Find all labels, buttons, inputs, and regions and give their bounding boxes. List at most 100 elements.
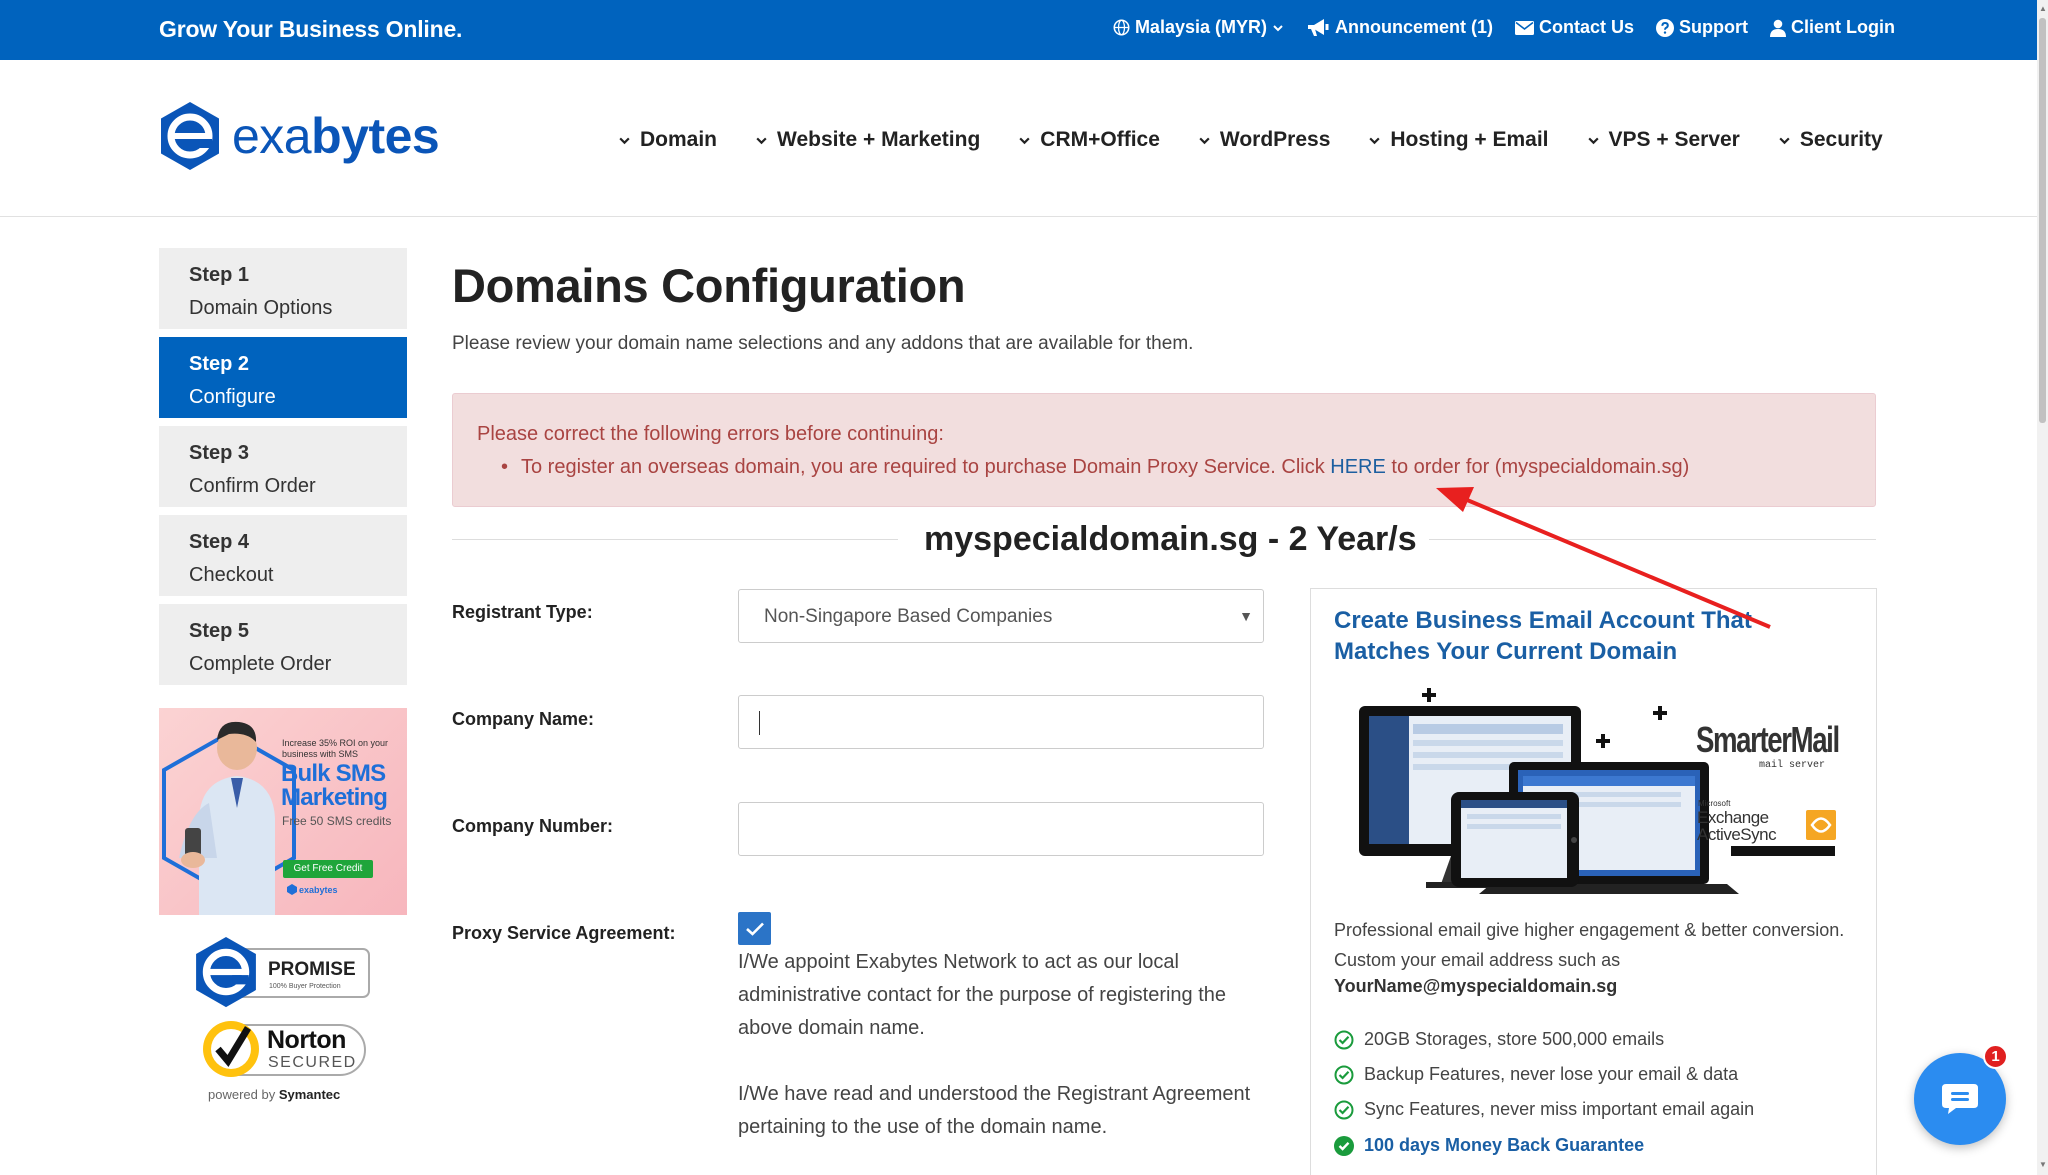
feature-label: Sync Features, never miss important emai…	[1364, 1099, 1755, 1119]
check-circle-filled-icon	[1334, 1135, 1354, 1156]
nav-wordpress[interactable]: WordPress	[1198, 128, 1331, 152]
error-text-post: to order for (myspecialdomain.sg)	[1385, 456, 1690, 478]
chevron-down-icon	[756, 137, 767, 144]
banner-title2: Marketing	[281, 784, 388, 811]
divider-left	[452, 539, 898, 540]
scroll-up-icon[interactable]: ▲	[2039, 4, 2047, 13]
chevron-down-icon	[1199, 137, 1210, 144]
chevron-down-icon	[1369, 137, 1380, 144]
exabytes-logo-icon	[161, 102, 219, 170]
contact-link[interactable]: Contact Us	[1515, 17, 1634, 38]
activesync-label: ActiveSync	[1697, 825, 1777, 844]
exabytes-promise-icon	[196, 936, 256, 1008]
chevron-down-icon	[1587, 137, 1599, 144]
nav-hosting-email[interactable]: Hosting + Email	[1368, 128, 1549, 152]
divider-right	[1429, 539, 1876, 540]
client-login-link[interactable]: Client Login	[1770, 17, 1895, 38]
promo-title[interactable]: Create Business Email Account That Match…	[1334, 605, 1854, 667]
nav-domain-label: Domain	[640, 128, 718, 151]
nav-vps-server-label: VPS + Server	[1608, 128, 1740, 151]
order-steps: Step 1 Domain Options Step 2 Configure S…	[159, 248, 407, 693]
chevron-down-icon	[1019, 137, 1030, 144]
error-heading: Please correct the following errors befo…	[477, 423, 944, 445]
contact-label: Contact Us	[1539, 17, 1635, 37]
feature-storage: 20GB Storages, store 500,000 emails	[1334, 1029, 1664, 1050]
proxy-agreement-text-2: I/We have read and understood the Regist…	[738, 1083, 1251, 1138]
nav-security[interactable]: Security	[1778, 128, 1883, 152]
top-links: Malaysia (MYR) Announcement (1) Contact …	[1113, 17, 1895, 38]
norton-badge: Norton SECURED powered by Symantec	[190, 1014, 380, 1114]
chevron-down-icon	[1779, 137, 1790, 144]
region-selector[interactable]: Malaysia (MYR)	[1113, 17, 1284, 38]
bulk-sms-banner[interactable]: Increase 35% ROI on your business with S…	[159, 708, 407, 915]
announcement-link[interactable]: Announcement (1)	[1306, 17, 1493, 38]
step-2-configure[interactable]: Step 2 Configure	[159, 337, 407, 418]
check-circle-icon	[1334, 1100, 1354, 1119]
main-nav: Domain Website + Marketing CRM+Office Wo…	[618, 128, 1883, 152]
norton-label: Norton	[267, 1026, 346, 1054]
page-scrollbar[interactable]: ▲ ▼	[2037, 0, 2048, 1175]
feature-sync: Sync Features, never miss important emai…	[1334, 1099, 1754, 1120]
nav-website-marketing[interactable]: Website + Marketing	[755, 128, 980, 152]
step-label: Complete Order	[189, 653, 332, 675]
step-label: Confirm Order	[189, 475, 316, 497]
page-subtitle: Please review your domain name selection…	[452, 333, 1194, 354]
client-login-label: Client Login	[1791, 17, 1895, 37]
caret-down-icon: ▼	[1239, 608, 1253, 624]
proxy-agreement-text-1: I/We appoint Exabytes Network to act as …	[738, 951, 1227, 1039]
banner-line1: Increase 35% ROI on your	[282, 738, 389, 748]
step-4-checkout[interactable]: Step 4 Checkout	[159, 515, 407, 596]
registrant-type-select[interactable]: Non-Singapore Based Companies ▼	[738, 589, 1264, 643]
company-number-input[interactable]	[738, 802, 1264, 856]
step-number: Step 3	[189, 442, 250, 464]
feature-money-back[interactable]: 100 days Money Back Guarantee	[1334, 1135, 1644, 1156]
nav-crm-office[interactable]: CRM+Office	[1018, 128, 1160, 152]
smartermail-logo: SmarterMail	[1696, 719, 1839, 759]
banner-sub: Free 50 SMS credits	[282, 814, 392, 828]
nav-crm-office-label: CRM+Office	[1040, 128, 1160, 151]
domain-heading: myspecialdomain.sg - 2 Year/s	[924, 520, 1417, 558]
promise-badge: PROMISE 100% Buyer Protection	[190, 932, 380, 1012]
error-text-pre: To register an overseas domain, you are …	[521, 456, 1331, 478]
microsoft-label: Microsoft	[1698, 799, 1731, 808]
symantec-label: Symantec	[278, 1087, 341, 1102]
norton-secured: SECURED	[268, 1054, 357, 1071]
chat-bubble-icon	[1942, 1084, 1978, 1114]
top-bar: Grow Your Business Online. Malaysia (MYR…	[0, 0, 2037, 60]
step-5-complete-order[interactable]: Step 5 Complete Order	[159, 604, 407, 685]
nav-wordpress-label: WordPress	[1219, 128, 1331, 151]
scroll-down-icon[interactable]: ▼	[2039, 1160, 2047, 1169]
step-label: Checkout	[189, 564, 274, 586]
step-number: Step 5	[189, 620, 250, 642]
user-icon	[1770, 19, 1787, 37]
nav-hosting-email-label: Hosting + Email	[1390, 128, 1549, 151]
logo-wordmark-bold: bytes	[311, 108, 440, 164]
promo-email-example: YourName@myspecialdomain.sg	[1334, 976, 1618, 996]
check-circle-icon	[1334, 1065, 1354, 1084]
registrant-type-label: Registrant Type:	[452, 602, 593, 622]
proxy-here-link[interactable]: HERE	[1330, 456, 1386, 478]
chevron-down-icon	[619, 137, 630, 144]
exabytes-mini-icon	[287, 884, 297, 895]
envelope-icon	[1515, 20, 1534, 35]
company-name-label: Company Name:	[452, 709, 595, 729]
banner-cta-button[interactable]: Get Free Credit	[283, 860, 373, 878]
company-name-input[interactable]	[738, 695, 1264, 749]
support-link[interactable]: Support	[1656, 17, 1748, 38]
step-3-confirm-order[interactable]: Step 3 Confirm Order	[159, 426, 407, 507]
proxy-agreement-checkbox[interactable]	[738, 912, 771, 945]
feature-label: 100 days Money Back Guarantee	[1364, 1135, 1645, 1155]
nav-domain[interactable]: Domain	[618, 128, 717, 152]
scrollbar-thumb[interactable]	[2039, 18, 2046, 423]
logo-wordmark: exabytes	[232, 108, 440, 164]
chevron-down-icon	[1273, 24, 1283, 31]
tagline: Grow Your Business Online.	[159, 16, 463, 42]
banner-brand: exabytes	[287, 884, 338, 895]
check-circle-icon	[1334, 1030, 1354, 1049]
mail-server-label: mail server	[1759, 759, 1825, 771]
text-cursor	[759, 711, 760, 735]
nav-vps-server[interactable]: VPS + Server	[1587, 128, 1740, 152]
step-1-domain-options[interactable]: Step 1 Domain Options	[159, 248, 407, 329]
exabytes-logo[interactable]: exabytes	[158, 100, 440, 172]
proxy-agreement-label: Proxy Service Agreement:	[452, 923, 676, 943]
